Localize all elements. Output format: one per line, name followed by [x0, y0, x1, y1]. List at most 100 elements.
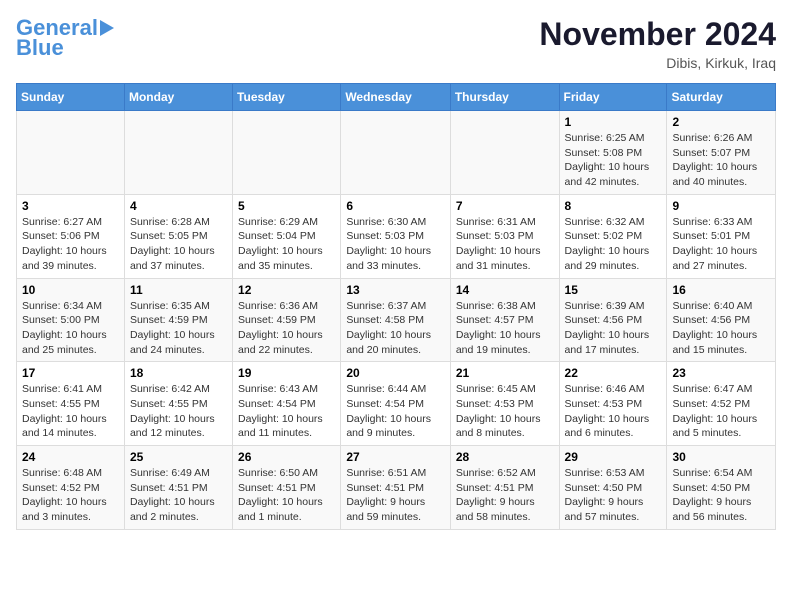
day-info: Sunrise: 6:30 AMSunset: 5:03 PMDaylight:…: [346, 215, 445, 274]
logo: General Blue: [16, 16, 114, 60]
calendar-cell: 17 Sunrise: 6:41 AMSunset: 4:55 PMDayligh…: [17, 362, 125, 446]
day-info: Sunrise: 6:48 AMSunset: 4:52 PMDaylight:…: [22, 466, 119, 525]
day-number: 17: [22, 366, 119, 380]
day-number: 23: [672, 366, 770, 380]
calendar-cell: 19 Sunrise: 6:43 AMSunset: 4:54 PMDayligh…: [233, 362, 341, 446]
calendar-cell: 3 Sunrise: 6:27 AMSunset: 5:06 PMDaylight…: [17, 194, 125, 278]
title-block: November 2024 Dibis, Kirkuk, Iraq: [539, 16, 776, 71]
day-number: 24: [22, 450, 119, 464]
day-info: Sunrise: 6:31 AMSunset: 5:03 PMDaylight:…: [456, 215, 554, 274]
day-number: 29: [565, 450, 662, 464]
calendar-week-5: 24 Sunrise: 6:48 AMSunset: 4:52 PMDayligh…: [17, 446, 776, 530]
day-info: Sunrise: 6:51 AMSunset: 4:51 PMDaylight:…: [346, 466, 445, 525]
day-number: 30: [672, 450, 770, 464]
day-number: 20: [346, 366, 445, 380]
calendar-cell: 12Sunrise: 6:36 AMSunset: 4:59 PMDayligh…: [233, 278, 341, 362]
day-number: 28: [456, 450, 554, 464]
calendar-cell: 15 Sunrise: 6:39 AMSunset: 4:56 PMDayligh…: [559, 278, 667, 362]
day-info: Sunrise: 6:27 AMSunset: 5:06 PMDaylight:…: [22, 215, 119, 274]
day-info: Sunrise: 6:25 AMSunset: 5:08 PMDaylight:…: [565, 131, 662, 190]
calendar-cell: 22 Sunrise: 6:46 AMSunset: 4:53 PMDayligh…: [559, 362, 667, 446]
day-number: 1: [565, 115, 662, 129]
day-number: 9: [672, 199, 770, 213]
calendar-cell: 24 Sunrise: 6:48 AMSunset: 4:52 PMDayligh…: [17, 446, 125, 530]
calendar-cell: 20 Sunrise: 6:44 AMSunset: 4:54 PMDayligh…: [341, 362, 451, 446]
calendar-cell: 25 Sunrise: 6:49 AMSunset: 4:51 PMDayligh…: [124, 446, 232, 530]
calendar-week-4: 17 Sunrise: 6:41 AMSunset: 4:55 PMDayligh…: [17, 362, 776, 446]
day-number: 8: [565, 199, 662, 213]
day-number: 18: [130, 366, 227, 380]
calendar-cell: 13Sunrise: 6:37 AMSunset: 4:58 PMDayligh…: [341, 278, 451, 362]
location: Dibis, Kirkuk, Iraq: [539, 55, 776, 71]
day-number: 3: [22, 199, 119, 213]
day-info: Sunrise: 6:52 AMSunset: 4:51 PMDaylight:…: [456, 466, 554, 525]
calendar-cell: 1 Sunrise: 6:25 AMSunset: 5:08 PMDaylight…: [559, 111, 667, 195]
calendar-cell: 30 Sunrise: 6:54 AMSunset: 4:50 PMDayligh…: [667, 446, 776, 530]
calendar-cell: [17, 111, 125, 195]
day-number: 22: [565, 366, 662, 380]
calendar-cell: 21Sunrise: 6:45 AMSunset: 4:53 PMDayligh…: [450, 362, 559, 446]
weekday-header-saturday: Saturday: [667, 84, 776, 111]
day-info: Sunrise: 6:42 AMSunset: 4:55 PMDaylight:…: [130, 382, 227, 441]
day-info: Sunrise: 6:40 AMSunset: 4:56 PMDaylight:…: [672, 299, 770, 358]
calendar-cell: 28 Sunrise: 6:52 AMSunset: 4:51 PMDayligh…: [450, 446, 559, 530]
month-title: November 2024: [539, 16, 776, 53]
calendar-cell: 7 Sunrise: 6:31 AMSunset: 5:03 PMDaylight…: [450, 194, 559, 278]
day-info: Sunrise: 6:33 AMSunset: 5:01 PMDaylight:…: [672, 215, 770, 274]
calendar-table: SundayMondayTuesdayWednesdayThursdayFrid…: [16, 83, 776, 530]
day-number: 19: [238, 366, 335, 380]
calendar-header-row: SundayMondayTuesdayWednesdayThursdayFrid…: [17, 84, 776, 111]
day-number: 14: [456, 283, 554, 297]
calendar-cell: 18 Sunrise: 6:42 AMSunset: 4:55 PMDayligh…: [124, 362, 232, 446]
weekday-header-sunday: Sunday: [17, 84, 125, 111]
day-info: Sunrise: 6:39 AMSunset: 4:56 PMDaylight:…: [565, 299, 662, 358]
day-info: Sunrise: 6:49 AMSunset: 4:51 PMDaylight:…: [130, 466, 227, 525]
calendar-cell: 10 Sunrise: 6:34 AMSunset: 5:00 PMDayligh…: [17, 278, 125, 362]
calendar-cell: [124, 111, 232, 195]
calendar-cell: 4Sunrise: 6:28 AMSunset: 5:05 PMDaylight…: [124, 194, 232, 278]
day-number: 15: [565, 283, 662, 297]
calendar-cell: 27Sunrise: 6:51 AMSunset: 4:51 PMDayligh…: [341, 446, 451, 530]
calendar-cell: 2Sunrise: 6:26 AMSunset: 5:07 PMDaylight…: [667, 111, 776, 195]
day-number: 5: [238, 199, 335, 213]
calendar-cell: 6 Sunrise: 6:30 AMSunset: 5:03 PMDaylight…: [341, 194, 451, 278]
calendar-cell: 23 Sunrise: 6:47 AMSunset: 4:52 PMDayligh…: [667, 362, 776, 446]
day-info: Sunrise: 6:36 AMSunset: 4:59 PMDaylight:…: [238, 299, 335, 358]
logo-arrow-icon: [100, 20, 114, 36]
calendar-cell: 26Sunrise: 6:50 AMSunset: 4:51 PMDayligh…: [233, 446, 341, 530]
day-info: Sunrise: 6:43 AMSunset: 4:54 PMDaylight:…: [238, 382, 335, 441]
weekday-header-monday: Monday: [124, 84, 232, 111]
calendar-cell: [450, 111, 559, 195]
weekday-header-thursday: Thursday: [450, 84, 559, 111]
day-number: 11: [130, 283, 227, 297]
day-info: Sunrise: 6:45 AMSunset: 4:53 PMDaylight:…: [456, 382, 554, 441]
day-info: Sunrise: 6:54 AMSunset: 4:50 PMDaylight:…: [672, 466, 770, 525]
calendar-cell: 5 Sunrise: 6:29 AMSunset: 5:04 PMDaylight…: [233, 194, 341, 278]
day-info: Sunrise: 6:46 AMSunset: 4:53 PMDaylight:…: [565, 382, 662, 441]
calendar-cell: 8Sunrise: 6:32 AMSunset: 5:02 PMDaylight…: [559, 194, 667, 278]
calendar-week-1: 1 Sunrise: 6:25 AMSunset: 5:08 PMDaylight…: [17, 111, 776, 195]
calendar-cell: [341, 111, 451, 195]
day-info: Sunrise: 6:35 AMSunset: 4:59 PMDaylight:…: [130, 299, 227, 358]
day-info: Sunrise: 6:47 AMSunset: 4:52 PMDaylight:…: [672, 382, 770, 441]
day-number: 4: [130, 199, 227, 213]
calendar-cell: 9 Sunrise: 6:33 AMSunset: 5:01 PMDaylight…: [667, 194, 776, 278]
day-info: Sunrise: 6:37 AMSunset: 4:58 PMDaylight:…: [346, 299, 445, 358]
day-number: 7: [456, 199, 554, 213]
day-info: Sunrise: 6:29 AMSunset: 5:04 PMDaylight:…: [238, 215, 335, 274]
day-info: Sunrise: 6:41 AMSunset: 4:55 PMDaylight:…: [22, 382, 119, 441]
day-number: 2: [672, 115, 770, 129]
weekday-header-tuesday: Tuesday: [233, 84, 341, 111]
day-info: Sunrise: 6:34 AMSunset: 5:00 PMDaylight:…: [22, 299, 119, 358]
day-number: 16: [672, 283, 770, 297]
day-info: Sunrise: 6:38 AMSunset: 4:57 PMDaylight:…: [456, 299, 554, 358]
calendar-week-3: 10 Sunrise: 6:34 AMSunset: 5:00 PMDayligh…: [17, 278, 776, 362]
calendar-cell: [233, 111, 341, 195]
calendar-week-2: 3 Sunrise: 6:27 AMSunset: 5:06 PMDaylight…: [17, 194, 776, 278]
logo-blue: Blue: [16, 36, 64, 60]
day-info: Sunrise: 6:44 AMSunset: 4:54 PMDaylight:…: [346, 382, 445, 441]
day-number: 6: [346, 199, 445, 213]
day-number: 10: [22, 283, 119, 297]
day-number: 25: [130, 450, 227, 464]
day-info: Sunrise: 6:50 AMSunset: 4:51 PMDaylight:…: [238, 466, 335, 525]
